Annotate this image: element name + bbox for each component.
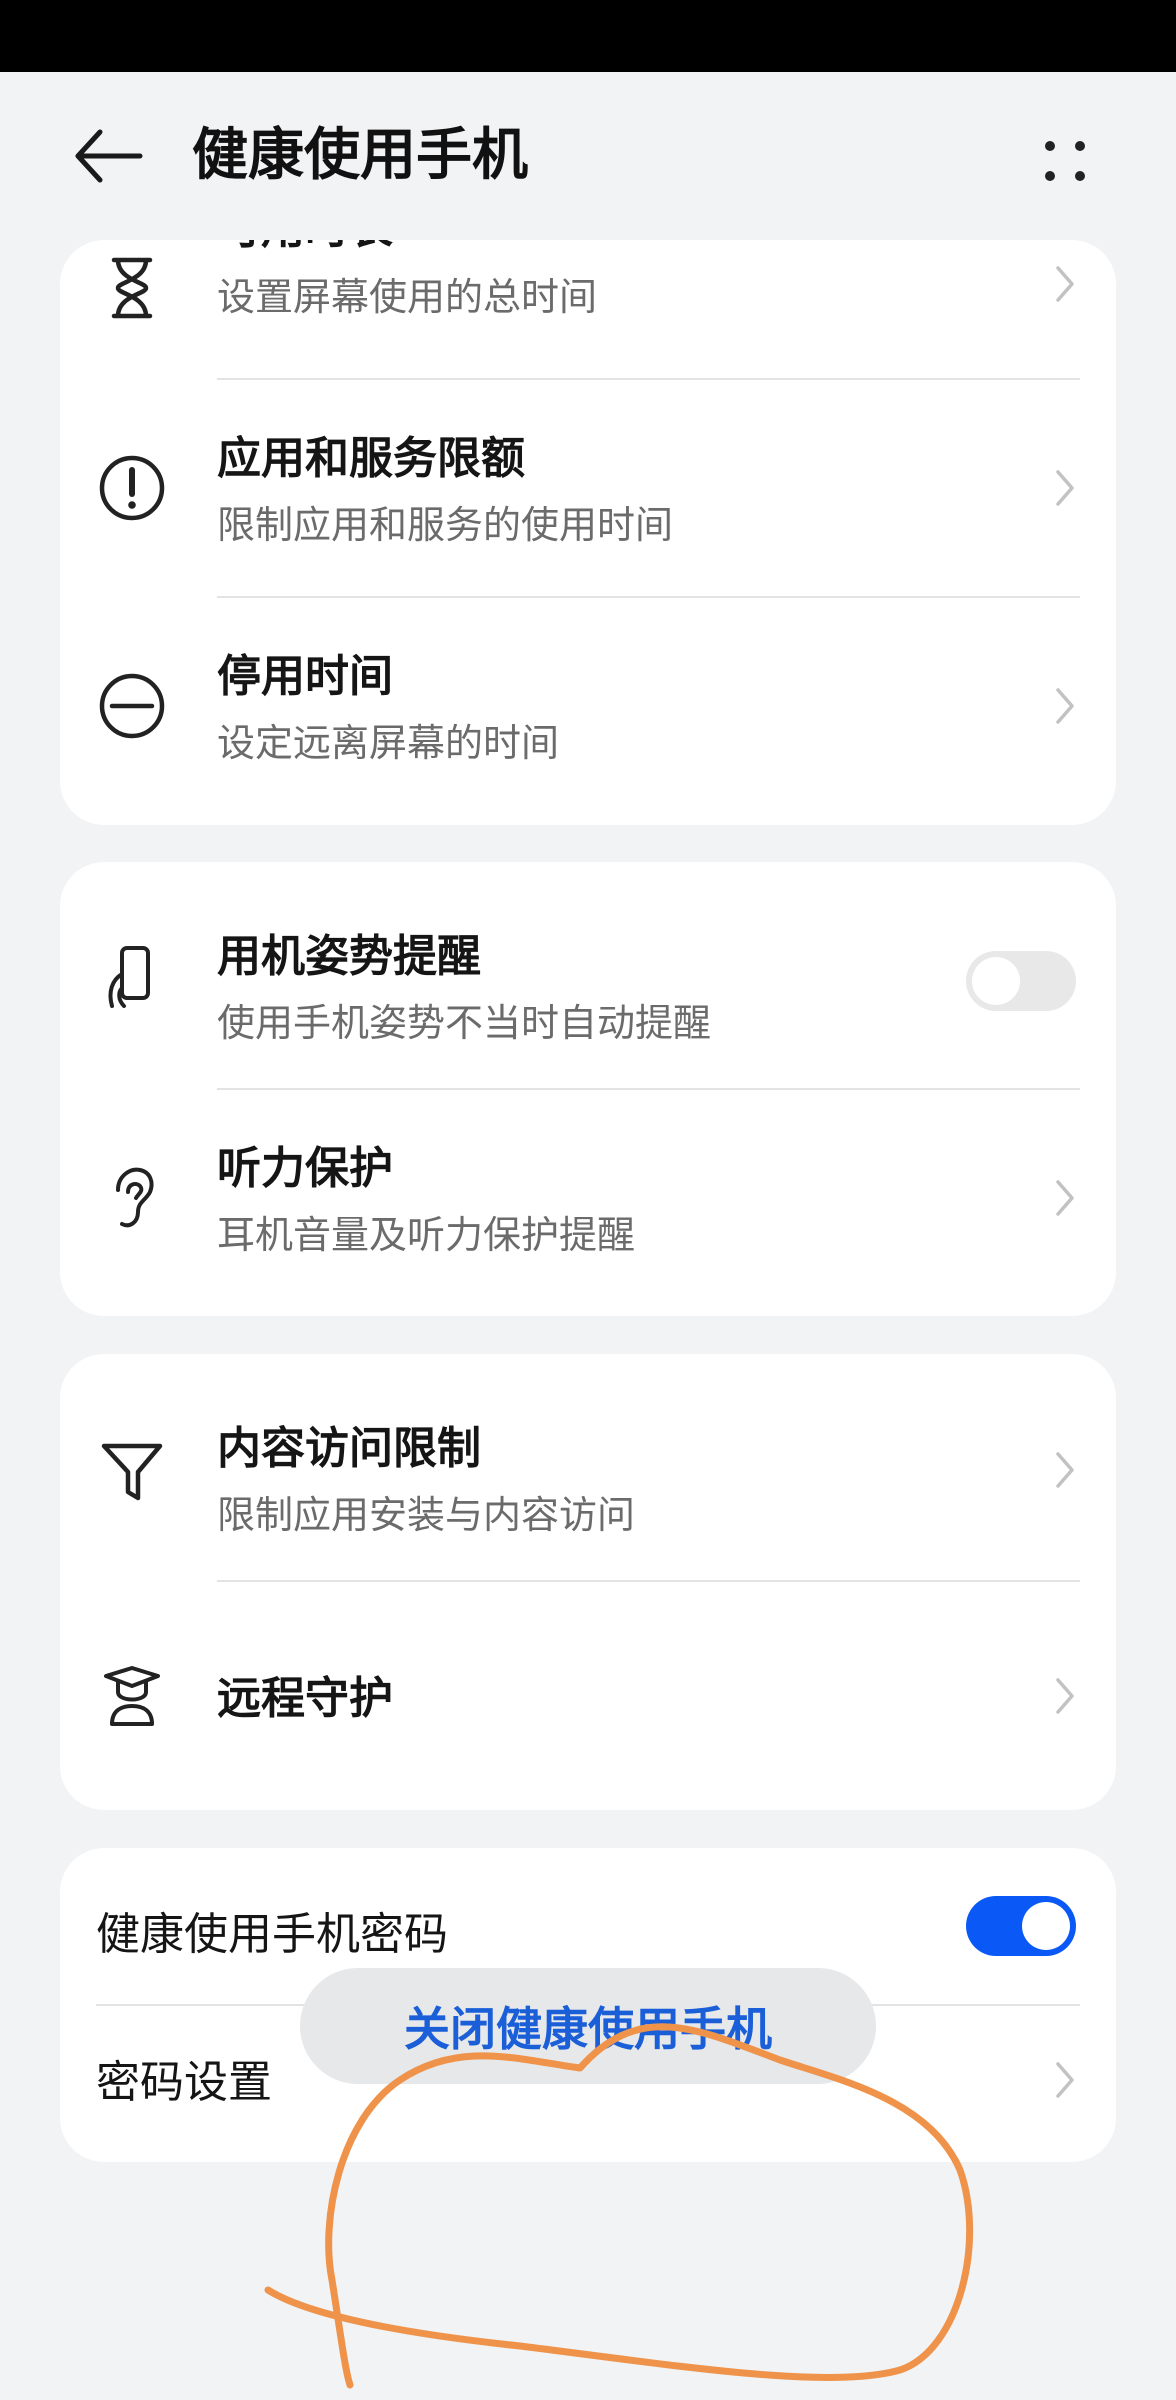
chevron-right-icon — [1056, 470, 1074, 506]
toggle-knob — [972, 957, 1020, 1005]
ear-icon — [116, 1167, 154, 1228]
item-subtitle: 设定远离屏幕的时间 — [217, 721, 560, 765]
item-title: 健康使用手机密码 — [96, 1909, 448, 1960]
chevron-right-icon — [1056, 1452, 1074, 1488]
list-item-hearing-protection[interactable]: 听力保护 耳机音量及听力保护提醒 — [60, 1090, 1116, 1316]
item-title: 内容访问限制 — [217, 1423, 481, 1474]
item-title: 可用时长 — [217, 240, 393, 256]
posture-hearing-card: 用机姿势提醒 使用手机姿势不当时自动提醒 听力保护 耳机音量及听力保护提醒 — [60, 862, 1116, 1316]
chevron-right-icon — [1056, 688, 1074, 724]
list-item-content-restrictions[interactable]: 内容访问限制 限制应用安装与内容访问 — [60, 1354, 1116, 1580]
phone-hand-icon — [108, 946, 150, 1008]
status-bar — [0, 0, 1176, 72]
chevron-right-icon — [1056, 266, 1074, 302]
back-arrow-icon[interactable] — [70, 124, 146, 188]
toggle-knob — [1022, 1902, 1070, 1950]
list-item-app-limits[interactable]: 应用和服务限额 限制应用和服务的使用时间 — [60, 380, 1116, 596]
exclamation-circle-icon — [99, 455, 165, 521]
guardian-icon — [104, 1666, 160, 1726]
content-guard-card: 内容访问限制 限制应用安装与内容访问 远程守护 — [60, 1354, 1116, 1810]
list-item-downtime[interactable]: 停用时间 设定远离屏幕的时间 — [60, 598, 1116, 825]
item-subtitle: 耳机音量及听力保护提醒 — [217, 1213, 636, 1257]
posture-reminder-toggle[interactable] — [966, 951, 1076, 1011]
hourglass-icon — [111, 257, 153, 319]
item-title: 停用时间 — [217, 651, 393, 702]
password-toggle[interactable] — [966, 1896, 1076, 1956]
item-subtitle: 限制应用和服务的使用时间 — [217, 503, 674, 547]
chevron-right-icon — [1056, 2062, 1074, 2098]
page-title: 健康使用手机 — [192, 123, 528, 188]
item-title: 密码设置 — [96, 2057, 272, 2108]
list-item-posture-reminder[interactable]: 用机姿势提醒 使用手机姿势不当时自动提醒 — [60, 862, 1116, 1088]
item-subtitle: 使用手机姿势不当时自动提醒 — [217, 1001, 712, 1045]
item-title: 远程守护 — [217, 1673, 393, 1724]
item-title: 听力保护 — [217, 1143, 393, 1194]
more-dots-icon[interactable] — [1030, 126, 1100, 196]
item-subtitle: 设置屏幕使用的总时间 — [217, 275, 598, 319]
close-health-usage-button[interactable]: 关闭健康使用手机 — [300, 1968, 876, 2084]
minus-circle-icon — [99, 673, 165, 739]
item-subtitle: 限制应用安装与内容访问 — [217, 1493, 636, 1537]
header: 健康使用手机 — [0, 72, 1176, 240]
item-title: 应用和服务限额 — [217, 433, 525, 484]
chevron-right-icon — [1056, 1180, 1074, 1216]
filter-funnel-icon — [101, 1443, 163, 1501]
item-title: 用机姿势提醒 — [217, 931, 481, 982]
list-item-usage-duration[interactable]: 可用时长 设置屏幕使用的总时间 — [60, 240, 1116, 372]
chevron-right-icon — [1056, 1678, 1074, 1714]
time-limits-card: 可用时长 设置屏幕使用的总时间 应用和服务限额 限制应用和服务的使用时间 停用时… — [60, 240, 1116, 825]
list-item-remote-guard[interactable]: 远程守护 — [60, 1582, 1116, 1810]
